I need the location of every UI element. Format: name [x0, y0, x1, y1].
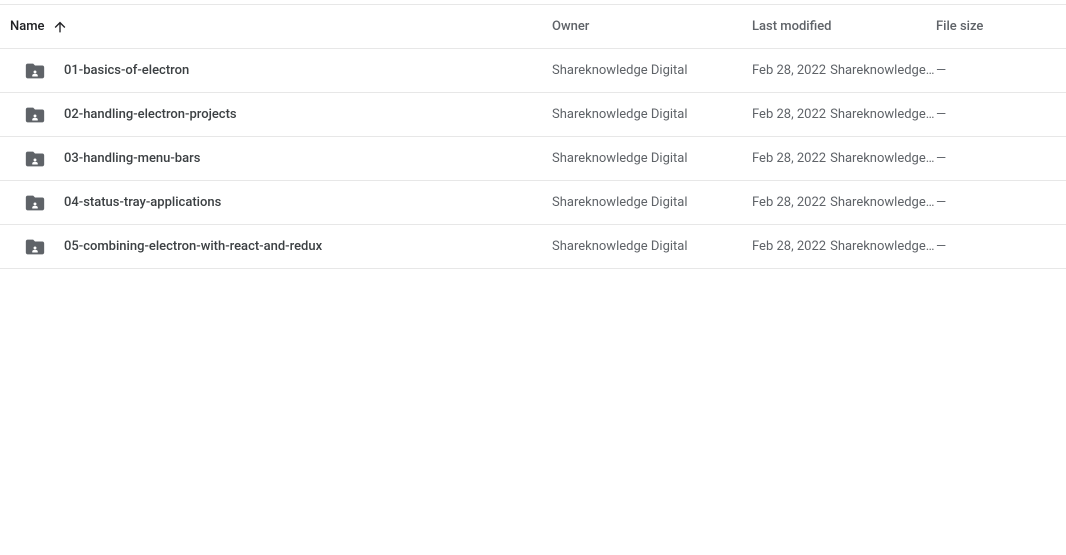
shared-folder-icon	[24, 104, 46, 126]
item-modified-by: Shareknowledge …	[830, 151, 936, 166]
item-modified-by: Shareknowledge …	[830, 239, 936, 254]
item-modified-by: Shareknowledge …	[830, 63, 936, 78]
table-row[interactable]: 01-basics-of-electron Shareknowledge Digi…	[0, 49, 1066, 93]
column-header-modified[interactable]: Last modified	[752, 19, 936, 34]
shared-folder-icon	[24, 60, 46, 82]
column-header-name[interactable]: Name	[6, 19, 552, 35]
table-row[interactable]: 02-handling-electron-projects Shareknowle…	[0, 93, 1066, 137]
item-modified-date: Feb 28, 2022	[752, 195, 826, 210]
table-body: 01-basics-of-electron Shareknowledge Digi…	[0, 49, 1066, 269]
column-header-size[interactable]: File size	[936, 19, 1060, 34]
item-size: —	[936, 63, 946, 78]
item-modified-by: Shareknowledge …	[830, 107, 936, 122]
column-size-label: File size	[936, 19, 983, 34]
shared-folder-icon	[24, 148, 46, 170]
table-row[interactable]: 05-combining-electron-with-react-and-red…	[0, 225, 1066, 269]
column-owner-label: Owner	[552, 19, 589, 34]
table-row[interactable]: 03-handling-menu-bars Shareknowledge Digi…	[0, 137, 1066, 181]
table-header-row: Name Owner Last modified File size	[0, 5, 1066, 49]
item-name: 03-handling-menu-bars	[64, 151, 200, 166]
item-modified-date: Feb 28, 2022	[752, 151, 826, 166]
item-owner: Shareknowledge Digital	[552, 239, 688, 254]
item-modified-by: Shareknowledge …	[830, 195, 936, 210]
file-list-container: Name Owner Last modified File size 01-ba…	[0, 4, 1066, 269]
item-owner: Shareknowledge Digital	[552, 107, 688, 122]
item-size: —	[936, 195, 946, 210]
arrow-up-icon	[52, 19, 68, 35]
column-header-owner[interactable]: Owner	[552, 19, 752, 34]
item-name: 04-status-tray-applications	[64, 195, 221, 210]
table-row[interactable]: 04-status-tray-applications Shareknowledg…	[0, 181, 1066, 225]
item-owner: Shareknowledge Digital	[552, 151, 688, 166]
column-name-label: Name	[10, 19, 45, 34]
shared-folder-icon	[24, 192, 46, 214]
item-name: 01-basics-of-electron	[64, 63, 189, 78]
column-modified-label: Last modified	[752, 19, 832, 34]
item-modified-date: Feb 28, 2022	[752, 239, 826, 254]
item-modified-date: Feb 28, 2022	[752, 63, 826, 78]
item-owner: Shareknowledge Digital	[552, 195, 688, 210]
item-size: —	[936, 151, 946, 166]
item-modified-date: Feb 28, 2022	[752, 107, 826, 122]
item-size: —	[936, 107, 946, 122]
shared-folder-icon	[24, 236, 46, 258]
item-owner: Shareknowledge Digital	[552, 63, 688, 78]
item-name: 05-combining-electron-with-react-and-red…	[64, 239, 322, 254]
item-size: —	[936, 239, 946, 254]
item-name: 02-handling-electron-projects	[64, 107, 237, 122]
